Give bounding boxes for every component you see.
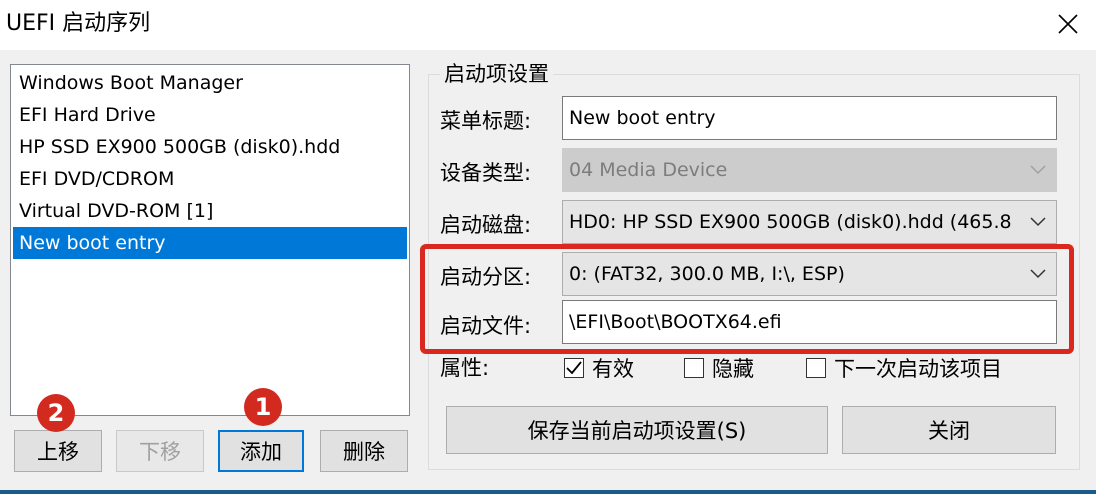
chevron-down-icon <box>1020 149 1056 191</box>
boot-disk-select[interactable]: HD0: HP SSD EX900 500GB (disk0).hdd (465… <box>562 200 1057 244</box>
device-type-label: 设备类型: <box>440 161 532 185</box>
menu-title-value: New boot entry <box>569 107 716 129</box>
boot-partition-label: 启动分区: <box>440 265 532 289</box>
boot-file-value: \EFI\Boot\BOOTX64.efi <box>569 311 782 333</box>
add-button[interactable]: 添加 <box>218 430 304 472</box>
window-bottom-edge <box>0 490 1096 494</box>
hidden-checkbox-label[interactable]: 隐藏 <box>712 355 754 383</box>
save-settings-button[interactable]: 保存当前启动项设置(S) <box>446 406 828 454</box>
move-down-button[interactable]: 下移 <box>116 430 204 472</box>
boot-entry-list[interactable]: Windows Boot Manager EFI Hard Drive HP S… <box>10 64 410 416</box>
title-bar: UEFI 启动序列 <box>0 0 1096 50</box>
boot-file-input[interactable]: \EFI\Boot\BOOTX64.efi <box>562 300 1057 344</box>
list-item[interactable]: Windows Boot Manager <box>13 67 407 99</box>
chevron-down-icon <box>1020 253 1056 295</box>
list-item[interactable]: HP SSD EX900 500GB (disk0).hdd <box>13 131 407 163</box>
boot-partition-value: 0: (FAT32, 300.0 MB, I:\, ESP) <box>569 263 845 285</box>
boot-disk-label: 启动磁盘: <box>440 213 532 237</box>
next-boot-checkbox[interactable] <box>806 358 826 378</box>
boot-file-label: 启动文件: <box>440 314 532 338</box>
window-title: UEFI 启动序列 <box>6 11 151 36</box>
device-type-select: 04 Media Device <box>562 148 1057 192</box>
close-icon <box>1058 14 1078 34</box>
list-item[interactable]: EFI Hard Drive <box>13 99 407 131</box>
step-badge-2: 2 <box>37 394 75 432</box>
enabled-checkbox[interactable] <box>564 358 584 378</box>
delete-button[interactable]: 删除 <box>320 430 408 472</box>
check-icon <box>566 361 582 375</box>
enabled-checkbox-label[interactable]: 有效 <box>592 355 634 383</box>
step-badge-1: 1 <box>244 388 282 426</box>
boot-disk-value: HD0: HP SSD EX900 500GB (disk0).hdd (465… <box>569 211 1012 233</box>
close-button[interactable]: 关闭 <box>842 406 1056 454</box>
hidden-checkbox[interactable] <box>684 358 704 378</box>
move-up-button[interactable]: 上移 <box>14 430 102 472</box>
chevron-down-icon <box>1020 201 1056 243</box>
group-title: 启动项设置 <box>440 60 553 88</box>
next-boot-checkbox-label[interactable]: 下一次启动该项目 <box>834 355 1002 383</box>
list-item-selected[interactable]: New boot entry <box>13 227 407 259</box>
list-item[interactable]: EFI DVD/CDROM <box>13 163 407 195</box>
device-type-value: 04 Media Device <box>569 159 728 181</box>
boot-partition-select[interactable]: 0: (FAT32, 300.0 MB, I:\, ESP) <box>562 252 1057 296</box>
menu-title-label: 菜单标题: <box>440 109 532 133</box>
menu-title-input[interactable]: New boot entry <box>562 96 1057 140</box>
list-item[interactable]: Virtual DVD-ROM [1] <box>13 195 407 227</box>
close-window-button[interactable] <box>1046 2 1090 46</box>
attributes-label: 属性: <box>440 356 490 380</box>
